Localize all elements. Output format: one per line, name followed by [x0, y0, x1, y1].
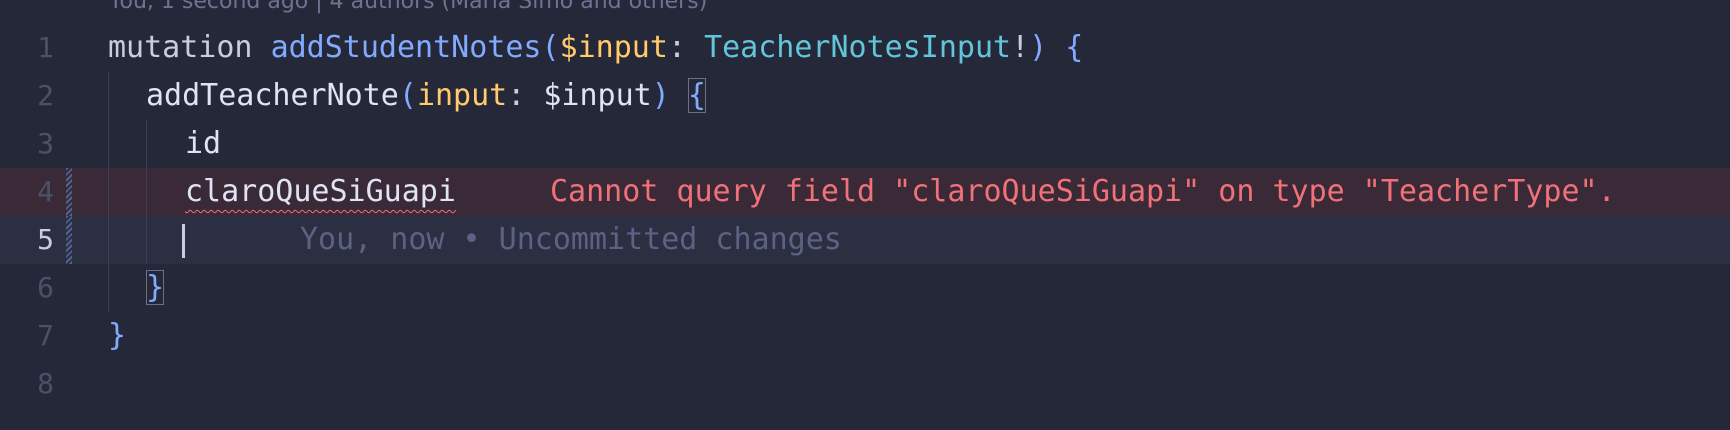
code-text[interactable]: } [108, 312, 126, 360]
paren-open: ( [541, 30, 560, 65]
inline-error-message: Cannot query field "claroQueSiGuapi" on … [550, 174, 1616, 209]
line-number: 3 [37, 127, 54, 160]
code-line-8[interactable]: 8 [0, 360, 1730, 408]
code-editor[interactable]: You, 1 second ago | 4 authors (María Sim… [0, 0, 1730, 430]
field-name: addTeacherNote [146, 78, 399, 113]
paren-close: ) [1029, 30, 1048, 65]
operation-name: addStudentNotes [270, 30, 542, 65]
colon: : [667, 30, 686, 65]
code-line-2[interactable]: 2 addTeacherNote(input: $input) { [0, 72, 1730, 120]
paren-close: ) [651, 78, 670, 113]
indent-guide [146, 216, 147, 264]
line-number: 1 [37, 31, 54, 64]
code-line-5[interactable]: 5 You, now • Uncommitted changes [0, 216, 1730, 264]
code-text[interactable]: claroQueSiGuapi [185, 168, 456, 216]
non-null-mark: ! [1011, 30, 1030, 65]
inline-blame: You, now • Uncommitted changes [300, 222, 842, 257]
error-field-name[interactable]: claroQueSiGuapi [185, 174, 456, 209]
code-text[interactable]: id [185, 120, 221, 168]
line-number: 6 [37, 271, 54, 304]
text-cursor [182, 224, 185, 258]
matched-brace-open: { [687, 78, 706, 113]
indent-guide [146, 168, 147, 216]
type-name: TeacherNotesInput [704, 30, 1012, 65]
line-number: 8 [37, 367, 54, 400]
field-name: id [185, 126, 222, 161]
code-text[interactable]: } [146, 264, 165, 312]
paren-open: ( [398, 78, 417, 113]
indent-guide [108, 120, 109, 168]
argument-name: input [416, 78, 508, 113]
variable: $input [559, 30, 668, 65]
line-number: 7 [37, 319, 54, 352]
indent-guide [146, 120, 147, 168]
code-line-1[interactable]: 1 mutation addStudentNotes($input: Teach… [0, 24, 1730, 72]
line-number: 2 [37, 79, 54, 112]
code-line-4[interactable]: 4 claroQueSiGuapi Cannot query field "cl… [0, 168, 1730, 216]
git-modified-indicator[interactable] [66, 168, 72, 216]
matched-brace-close: } [146, 270, 165, 305]
indent-guide [108, 216, 109, 264]
line-number-active: 5 [37, 223, 54, 256]
code-text[interactable]: mutation addStudentNotes($input: Teacher… [108, 24, 1083, 72]
keyword: mutation [108, 30, 253, 65]
git-blame-codelens[interactable]: You, 1 second ago | 4 authors (María Sim… [109, 0, 707, 16]
code-line-3[interactable]: 3 id [0, 120, 1730, 168]
code-line-7[interactable]: 7 } [0, 312, 1730, 360]
indent-guide [108, 168, 109, 216]
code-text[interactable]: addTeacherNote(input: $input) { [146, 72, 706, 120]
variable: $input [543, 78, 652, 113]
brace-open: { [1065, 30, 1084, 65]
indent-guide [108, 264, 109, 312]
indent-guide [108, 72, 109, 120]
code-line-6[interactable]: 6 } [0, 264, 1730, 312]
git-modified-indicator[interactable] [66, 216, 72, 264]
line-number: 4 [37, 175, 54, 208]
colon: : [507, 78, 526, 113]
brace-close: } [108, 318, 127, 353]
